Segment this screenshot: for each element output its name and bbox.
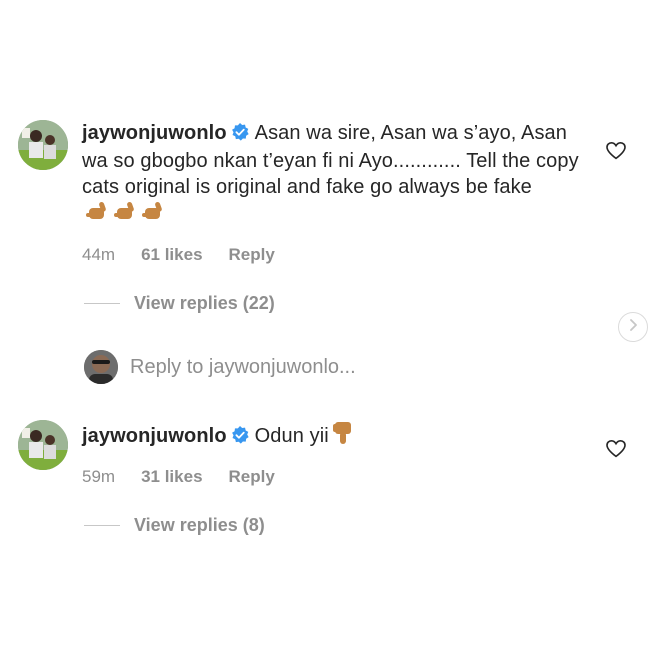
avatar[interactable] xyxy=(18,120,68,170)
comment-body: jaywonjuwonlo Odun yii 59m 31 likes Reply xyxy=(82,420,582,487)
reply-button[interactable]: Reply xyxy=(229,245,275,265)
reply-input[interactable] xyxy=(130,355,530,379)
current-user-avatar[interactable] xyxy=(84,350,118,384)
verified-badge-icon xyxy=(231,122,249,148)
call-me-hand-icon xyxy=(86,200,170,231)
divider-line xyxy=(84,525,120,526)
view-replies-label: View replies (22) xyxy=(134,293,275,313)
comment-time[interactable]: 44m xyxy=(82,245,115,265)
verified-badge-icon xyxy=(231,425,249,451)
like-heart-icon[interactable] xyxy=(606,141,626,165)
comment-text: Odun yii xyxy=(254,425,329,447)
divider-line xyxy=(84,303,120,304)
comment-meta: 59m 31 likes Reply xyxy=(82,467,582,487)
like-heart-icon[interactable] xyxy=(606,439,626,463)
reply-button[interactable]: Reply xyxy=(229,467,275,487)
next-post-button[interactable] xyxy=(618,312,648,342)
pointing-down-icon xyxy=(332,420,355,453)
comment-username[interactable]: jaywonjuwonlo xyxy=(82,425,227,447)
comment-text-block: jaywonjuwonlo Asan wa sire, Asan wa s’ayo… xyxy=(82,120,582,231)
comment-text-block: jaywonjuwonlo Odun yii xyxy=(82,420,582,453)
comment-likes[interactable]: 61 likes xyxy=(141,245,202,265)
comment-time[interactable]: 59m xyxy=(82,467,115,487)
view-replies-button[interactable]: View replies (8) xyxy=(84,515,265,536)
avatar[interactable] xyxy=(18,420,68,470)
view-replies-button[interactable]: View replies (22) xyxy=(84,293,275,314)
comment-meta: 44m 61 likes Reply xyxy=(82,245,582,265)
view-replies-label: View replies (8) xyxy=(134,515,265,535)
comment-username[interactable]: jaywonjuwonlo xyxy=(82,122,227,144)
comment-likes[interactable]: 31 likes xyxy=(141,467,202,487)
reply-bar xyxy=(84,350,530,384)
comment-body: jaywonjuwonlo Asan wa sire, Asan wa s’ayo… xyxy=(82,120,582,265)
chevron-right-icon xyxy=(628,318,638,336)
